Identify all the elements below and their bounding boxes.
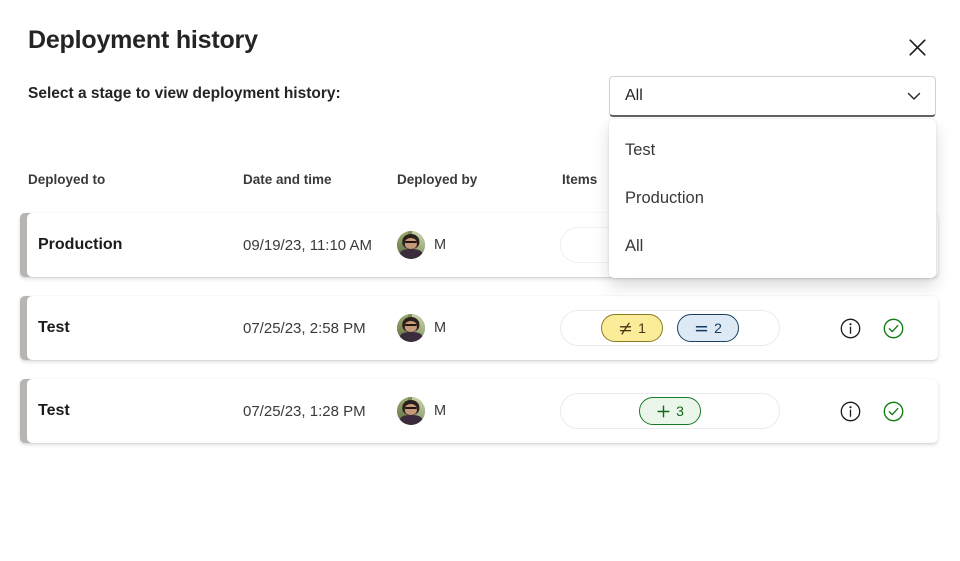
badge-changed-items[interactable]: 1: [601, 314, 663, 342]
column-header-date-time: Date and time: [243, 172, 332, 187]
badge-unchanged-items[interactable]: 2: [677, 314, 739, 342]
deployed-by-initial: M: [434, 403, 446, 419]
avatar: [397, 231, 425, 259]
dropdown-option-production[interactable]: Production: [609, 174, 936, 222]
close-icon: [909, 39, 926, 56]
badge-count: 2: [714, 320, 722, 336]
success-check-icon[interactable]: [883, 318, 904, 339]
column-header-items: Items: [562, 172, 597, 187]
info-icon[interactable]: [840, 401, 861, 422]
cell-items: 3: [560, 379, 780, 443]
items-pill: 3: [560, 393, 780, 429]
deployed-by-initial: M: [434, 237, 446, 253]
cell-deployed-by: M: [397, 296, 446, 360]
cell-status: [840, 379, 904, 443]
badge-count: 1: [638, 320, 646, 336]
row-accent-bar: [20, 296, 34, 360]
success-check-icon[interactable]: [883, 401, 904, 422]
cell-date-time: 07/25/23, 1:28 PM: [243, 379, 366, 443]
avatar: [397, 314, 425, 342]
cell-deployed-to: Test: [38, 296, 70, 360]
cell-deployed-to: Production: [38, 213, 122, 277]
cell-items: 1 2: [560, 296, 780, 360]
cell-status: [840, 296, 904, 360]
table-row[interactable]: Test 07/25/23, 2:58 PM M: [20, 296, 938, 360]
close-button[interactable]: [898, 28, 936, 66]
stage-selector: All Test Production All: [609, 76, 936, 117]
table-row[interactable]: Test 07/25/23, 1:28 PM M: [20, 379, 938, 443]
badge-new-items[interactable]: 3: [639, 397, 701, 425]
deployment-history-dialog: Deployment history Select a stage to vie…: [0, 0, 960, 561]
badge-count: 3: [676, 403, 684, 419]
cell-deployed-by: M: [397, 379, 446, 443]
not-equal-icon: [618, 321, 633, 336]
cell-deployed-by: M: [397, 213, 446, 277]
row-accent-bar: [20, 379, 34, 443]
column-header-deployed-by: Deployed by: [397, 172, 477, 187]
row-accent-bar: [20, 213, 34, 277]
column-header-deployed-to: Deployed to: [28, 172, 105, 187]
cell-deployed-to: Test: [38, 379, 70, 443]
stage-combobox-value: All: [625, 87, 905, 105]
page-title: Deployment history: [28, 26, 258, 55]
stage-selector-label: Select a stage to view deployment histor…: [28, 85, 341, 103]
cell-date-time: 09/19/23, 11:10 AM: [243, 213, 372, 277]
dropdown-option-all[interactable]: All: [609, 222, 936, 270]
deployed-by-initial: M: [434, 320, 446, 336]
items-pill: 1 2: [560, 310, 780, 346]
info-icon[interactable]: [840, 318, 861, 339]
dropdown-option-test[interactable]: Test: [609, 126, 936, 174]
stage-dropdown-list: Test Production All: [609, 119, 936, 278]
cell-date-time: 07/25/23, 2:58 PM: [243, 296, 366, 360]
stage-combobox[interactable]: All: [609, 76, 936, 117]
chevron-down-icon: [905, 87, 923, 105]
avatar: [397, 397, 425, 425]
plus-icon: [656, 404, 671, 419]
equal-icon: [694, 321, 709, 336]
